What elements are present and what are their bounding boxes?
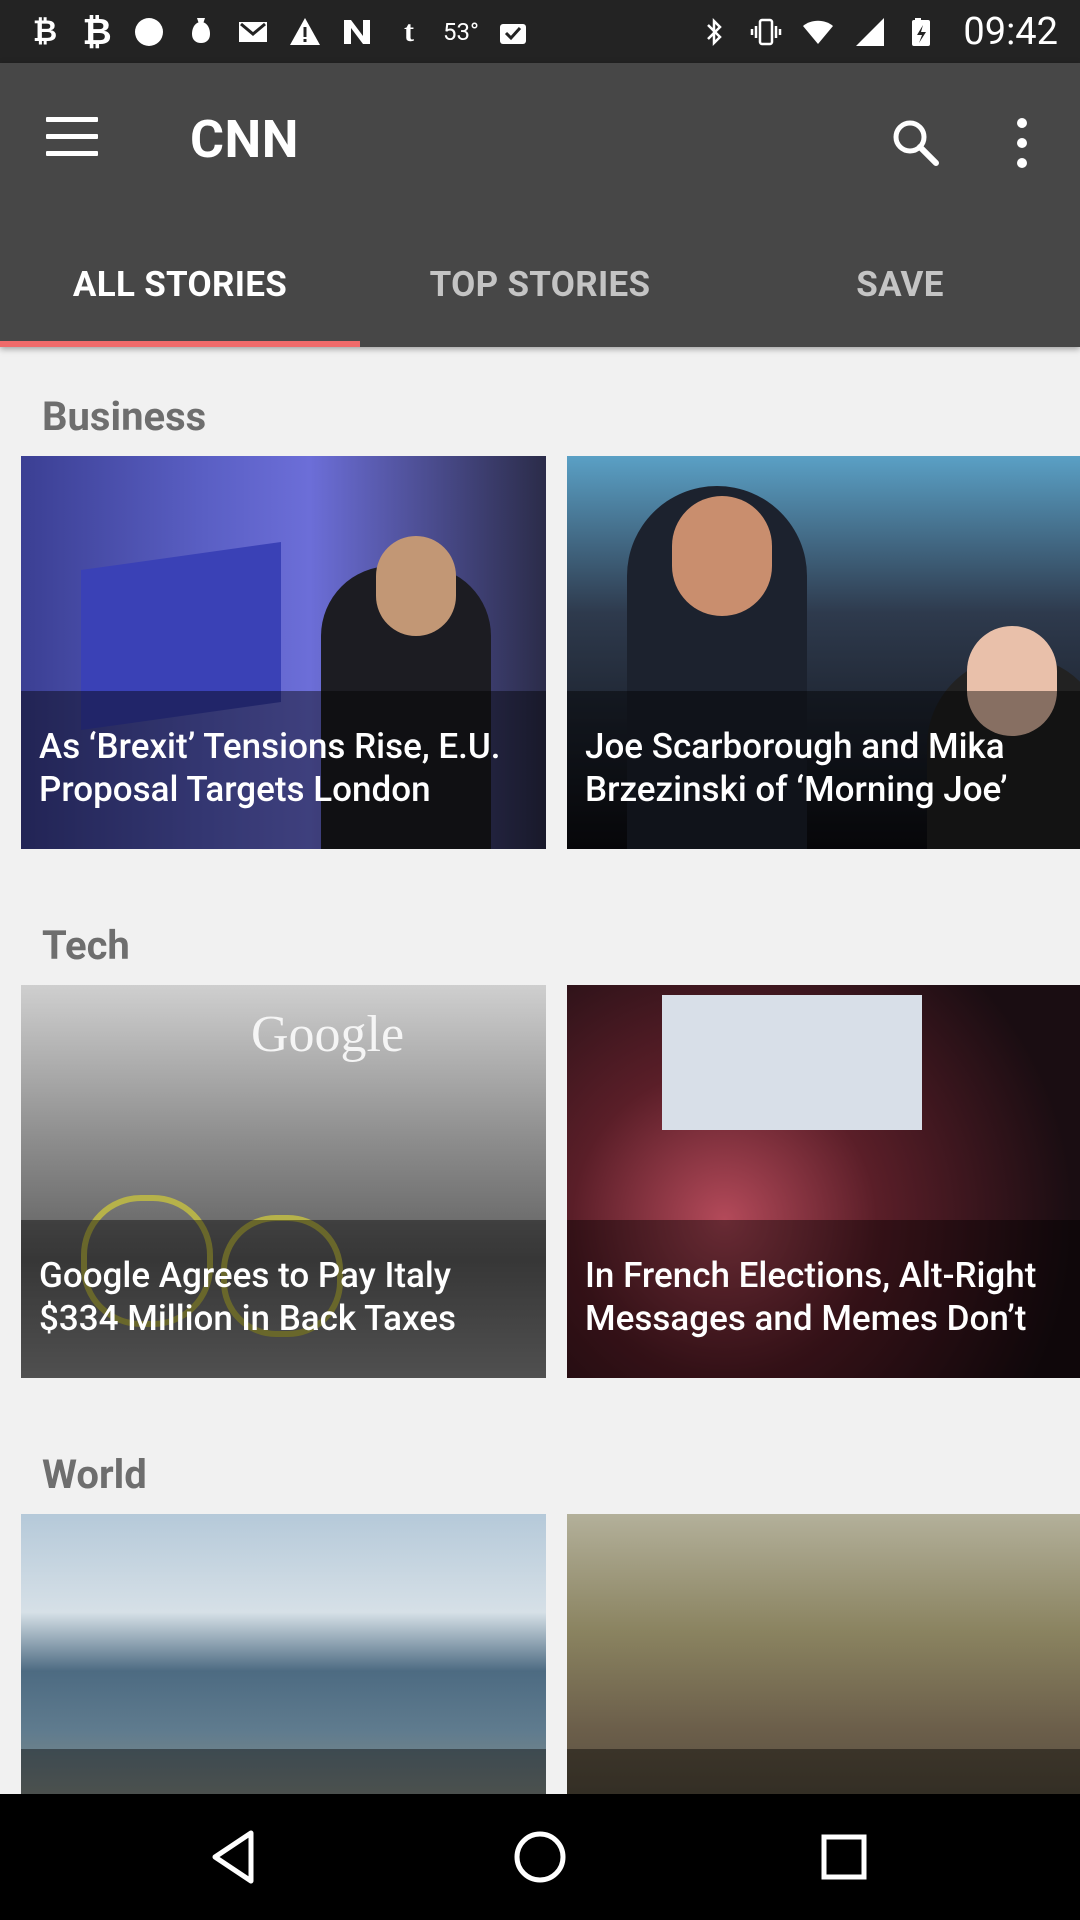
navigation-bar	[0, 1794, 1080, 1920]
story-headline: In French Elections, Alt-Right Messages …	[585, 1255, 1037, 1339]
more-options-icon[interactable]	[1010, 115, 1034, 171]
app-title: CNN	[190, 109, 299, 170]
wifi-icon	[801, 15, 835, 49]
home-icon[interactable]	[510, 1827, 570, 1887]
story-list[interactable]: Business As ‘Brexit’ Tensions Rise, E.U.…	[0, 347, 1080, 1794]
tab-all-stories[interactable]: ALL STORIES	[0, 221, 360, 347]
tab-bar: ALL STORIES TOP STORIES SAVE	[0, 221, 1080, 347]
mail-icon	[236, 15, 270, 49]
section-title-world: World	[42, 1451, 147, 1498]
bitcoin-bold-icon: ₿	[82, 10, 112, 53]
tab-top-stories[interactable]: TOP STORIES	[360, 221, 720, 347]
status-bar: ₿ ₿ t 53° 09:42	[0, 0, 1080, 63]
notification-icon	[184, 15, 218, 49]
story-card[interactable]: Joe Scarborough and Mika Brzezinski of ‘…	[567, 456, 1080, 849]
story-headline: As ‘Brexit’ Tensions Rise, E.U. Proposal…	[39, 726, 501, 810]
circle-icon	[132, 15, 166, 49]
n-icon	[340, 15, 374, 49]
bitcoin-icon: ₿	[32, 13, 58, 49]
story-card[interactable]	[567, 1514, 1080, 1794]
clipboard-check-icon	[496, 15, 530, 49]
bluetooth-icon	[697, 15, 731, 49]
system-icons: 09:42	[697, 10, 1058, 54]
story-headline: Joe Scarborough and Mika Brzezinski of ‘…	[585, 726, 1008, 810]
story-card[interactable]	[21, 1514, 546, 1794]
battery-icon	[905, 15, 939, 49]
google-logo: Google	[251, 1006, 405, 1063]
signal-icon	[853, 15, 887, 49]
story-card[interactable]: Google Google Agrees to Pay Italy $334 M…	[21, 985, 546, 1378]
warning-icon	[288, 15, 322, 49]
toolbar: CNN	[0, 63, 1080, 221]
recents-icon[interactable]	[814, 1827, 874, 1887]
menu-icon[interactable]	[46, 117, 98, 157]
search-icon[interactable]	[888, 115, 944, 171]
back-icon[interactable]	[205, 1827, 265, 1887]
app-bar: CNN ALL STORIES TOP STORIES SAVE	[0, 63, 1080, 347]
clock: 09:42	[963, 9, 1058, 54]
story-card[interactable]: In French Elections, Alt-Right Messages …	[567, 985, 1080, 1378]
tumblr-icon: t	[404, 14, 414, 48]
story-card[interactable]: As ‘Brexit’ Tensions Rise, E.U. Proposal…	[21, 456, 546, 849]
tab-save[interactable]: SAVE	[720, 221, 1080, 347]
temperature-label: 53°	[443, 17, 479, 46]
story-headline: Google Agrees to Pay Italy $334 Million …	[39, 1255, 457, 1339]
section-title-tech: Tech	[42, 922, 130, 969]
vibrate-icon	[749, 15, 783, 49]
section-title-business: Business	[42, 393, 207, 440]
notification-icons: ₿ ₿ t 53°	[28, 10, 530, 53]
